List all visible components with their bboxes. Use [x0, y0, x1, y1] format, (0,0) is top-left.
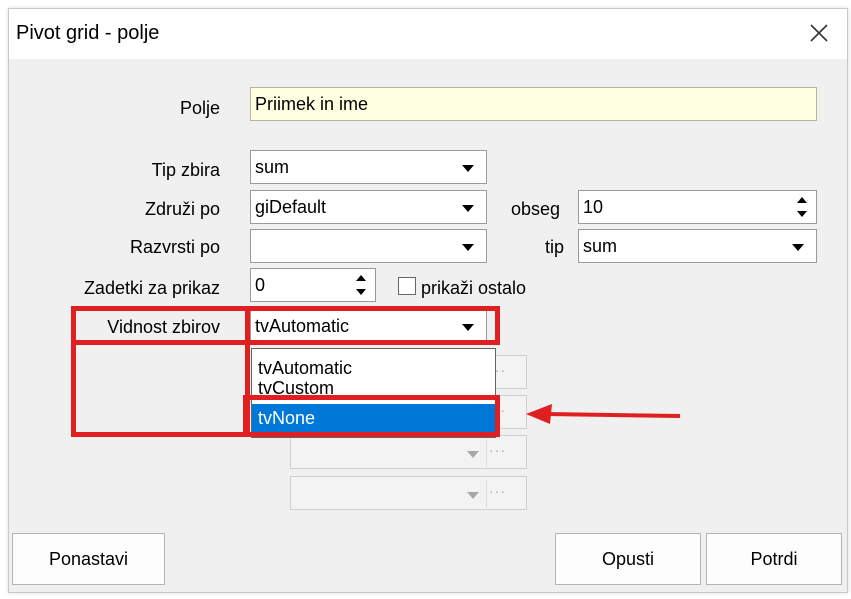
zdruzi-po-label: Združi po — [144, 199, 220, 219]
tip-zbira-label: Tip zbira — [151, 160, 220, 180]
obseg-value: 10 — [583, 197, 604, 217]
disabled-combo-4: ··· — [290, 476, 527, 510]
chevron-down-icon — [467, 492, 479, 499]
prikazi-ostalo-label: prikaži ostalo — [421, 278, 527, 298]
tip-value: sum — [583, 236, 618, 256]
close-icon[interactable] — [799, 13, 839, 53]
ellipsis-icon: ··· — [489, 483, 506, 499]
zdruzi-po-select[interactable]: giDefault — [250, 190, 487, 224]
cancel-button[interactable]: Opusti — [555, 533, 701, 585]
tip-zbira-value: sum — [255, 157, 290, 177]
zdruzi-po-value: giDefault — [255, 197, 327, 217]
zadetki-value: 0 — [255, 275, 266, 295]
dropdown-option[interactable]: tvCustom — [252, 376, 495, 396]
polje-value: Priimek in ime — [255, 94, 369, 114]
chevron-down-icon — [462, 165, 474, 172]
zadetki-label: Zadetki za prikaz — [83, 278, 220, 298]
zadetki-spinner[interactable]: 0 — [250, 268, 376, 302]
obseg-spinner[interactable]: 10 — [578, 190, 817, 224]
spinner-icon[interactable] — [792, 193, 812, 223]
annotation-arrow-icon — [526, 404, 681, 424]
disabled-combo-3: ··· — [290, 435, 527, 469]
chevron-down-icon — [467, 451, 479, 458]
polje-field[interactable]: Priimek in ime — [250, 87, 817, 121]
razvrsti-po-label: Razvrsti po — [129, 237, 220, 257]
tip-label: tip — [545, 237, 565, 257]
vidnost-label: Vidnost zbirov — [107, 317, 220, 337]
confirm-button[interactable]: Potrdi — [706, 533, 842, 585]
title-bar: Pivot grid - polje — [9, 9, 847, 59]
polje-label: Polje — [179, 98, 220, 118]
chevron-down-icon — [792, 244, 804, 251]
vidnost-select[interactable]: tvAutomatic — [250, 309, 487, 343]
pivot-field-dialog: Pivot grid - polje Polje Priimek in ime … — [8, 8, 848, 593]
chevron-down-icon — [462, 244, 474, 251]
vidnost-dropdown-list: tvAutomatic tvCustom tvNone — [251, 348, 496, 438]
obseg-label: obseg — [511, 199, 561, 219]
tip-select[interactable]: sum — [578, 229, 817, 263]
ellipsis-icon: ··· — [489, 442, 506, 458]
dialog-title: Pivot grid - polje — [16, 22, 160, 44]
reset-button[interactable]: Ponastavi — [12, 533, 165, 585]
razvrsti-po-select[interactable] — [250, 229, 487, 263]
tip-zbira-select[interactable]: sum — [250, 150, 487, 184]
chevron-down-icon — [462, 205, 474, 212]
chevron-down-icon — [462, 324, 474, 331]
dropdown-option-selected[interactable]: tvNone — [252, 404, 495, 432]
prikazi-ostalo-checkbox[interactable] — [398, 277, 416, 295]
vidnost-value: tvAutomatic — [255, 316, 350, 336]
spinner-icon[interactable] — [351, 271, 371, 301]
